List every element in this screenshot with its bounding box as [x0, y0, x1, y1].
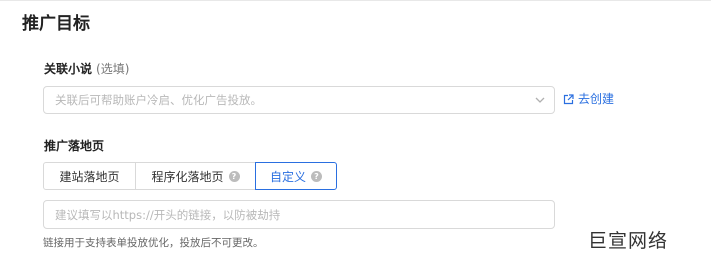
tab-label: 程序化落地页 — [151, 169, 224, 184]
chevron-down-icon — [535, 97, 545, 103]
external-link-icon — [563, 94, 574, 105]
watermark-text: 巨宣网络 — [588, 230, 669, 252]
novel-label-text: 关联小说 — [44, 62, 93, 76]
tab-label: 建站落地页 — [59, 169, 120, 184]
landing-field-label: 推广落地页 — [44, 139, 105, 153]
tab-label: 自定义 — [269, 169, 306, 184]
landing-type-tabs: 建站落地页 程序化落地页 ? 自定义 ? — [43, 162, 337, 190]
help-icon[interactable]: ? — [311, 170, 322, 182]
novel-field-label: 关联小说 (选填) — [44, 61, 129, 77]
novel-select-placeholder: 关联后可帮助账户冷启、优化广告投放。 — [55, 93, 262, 107]
tab-site-landing[interactable]: 建站落地页 — [43, 162, 136, 190]
tab-programmatic-landing[interactable]: 程序化落地页 ? — [135, 162, 256, 190]
promotion-goal-panel: 推广目标 关联小说 (选填) 关联后可帮助账户冷启、优化广告投放。 去创建 推广落… — [0, 0, 711, 265]
section-title: 推广目标 — [22, 14, 90, 34]
tab-custom[interactable]: 自定义 ? — [255, 162, 337, 190]
optional-tag: (选填) — [96, 62, 130, 76]
url-hint-text: 链接用于支持表单投放优化，投放后不可更改。 — [43, 237, 264, 249]
landing-url-input[interactable] — [43, 200, 555, 229]
create-novel-link[interactable]: 去创建 — [563, 92, 614, 107]
novel-select[interactable]: 关联后可帮助账户冷启、优化广告投放。 — [43, 86, 555, 114]
create-link-label: 去创建 — [578, 92, 615, 106]
help-icon[interactable]: ? — [228, 170, 240, 182]
